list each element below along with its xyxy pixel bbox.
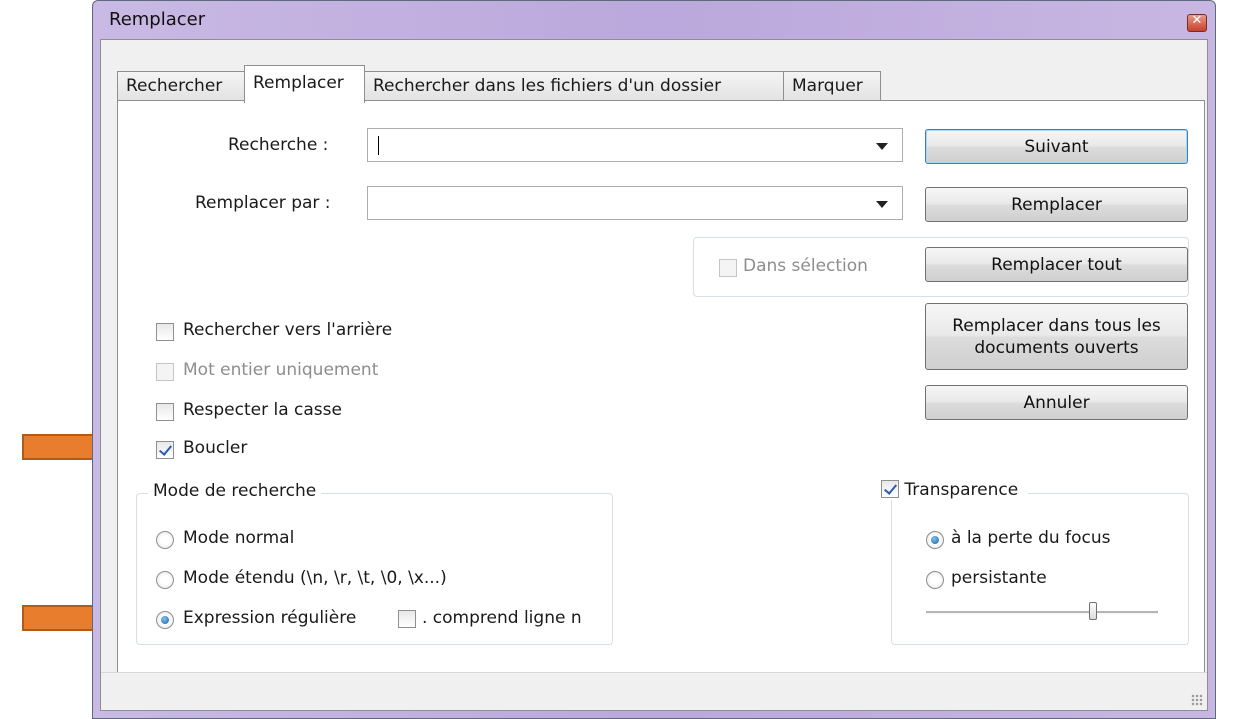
- extended-mode-label: Mode étendu (\n, \r, \t, \0, \x...): [183, 568, 447, 588]
- tab-marquer[interactable]: Marquer: [783, 71, 881, 101]
- focus-loss-label: à la perte du focus: [951, 528, 1111, 548]
- in-selection-checkbox[interactable]: [719, 259, 737, 277]
- replace-all-documents-line2: documents ouverts: [974, 337, 1139, 358]
- in-selection-label: Dans sélection: [743, 256, 868, 276]
- transparency-header: Transparence: [875, 480, 1029, 500]
- chevron-down-icon[interactable]: [876, 201, 888, 208]
- replace-dialog: Remplacer ✕ Rechercher Remplacer Recherc…: [92, 0, 1216, 719]
- regex-mode-label: Expression régulière: [183, 608, 357, 628]
- backward-checkbox[interactable]: [156, 323, 174, 341]
- normal-mode-label: Mode normal: [183, 528, 295, 548]
- close-icon: ✕: [1191, 13, 1203, 28]
- transparency-checkbox[interactable]: [881, 480, 899, 498]
- replace-button[interactable]: Remplacer: [925, 187, 1188, 222]
- replace-all-documents-line1: Remplacer dans tous les: [952, 315, 1161, 336]
- chevron-down-icon[interactable]: [876, 143, 888, 150]
- transparency-slider-track[interactable]: [926, 611, 1158, 614]
- next-button[interactable]: Suivant: [925, 129, 1188, 164]
- persistent-label: persistante: [951, 568, 1047, 588]
- transparency-slider-thumb[interactable]: [1089, 602, 1098, 620]
- tab-rechercher-dossier[interactable]: Rechercher dans les fichiers d'un dossie…: [364, 71, 784, 101]
- close-button[interactable]: ✕: [1187, 13, 1207, 32]
- status-bar: [101, 672, 1207, 710]
- dot-newline-label: . comprend ligne n: [422, 608, 582, 628]
- replace-combobox[interactable]: [367, 186, 903, 220]
- transparency-label: Transparence: [904, 480, 1019, 500]
- search-label: Recherche :: [228, 135, 329, 155]
- wrap-checkbox[interactable]: [156, 441, 174, 459]
- extended-mode-radio[interactable]: [156, 571, 174, 589]
- dialog-client-area: Rechercher Remplacer Rechercher dans les…: [100, 39, 1208, 711]
- tab-rechercher[interactable]: Rechercher: [117, 71, 245, 101]
- match-case-label: Respecter la casse: [183, 400, 342, 420]
- whole-word-label: Mot entier uniquement: [183, 360, 379, 380]
- replace-all-button[interactable]: Remplacer tout: [925, 247, 1188, 282]
- tab-remplacer[interactable]: Remplacer: [244, 65, 365, 103]
- replace-all-documents-button[interactable]: Remplacer dans tous les documents ouvert…: [925, 303, 1188, 370]
- text-caret: [378, 136, 379, 155]
- search-mode-title: Mode de recherche: [148, 481, 322, 501]
- title-bar[interactable]: Remplacer ✕: [93, 1, 1215, 39]
- search-combobox[interactable]: [367, 128, 903, 162]
- normal-mode-radio[interactable]: [156, 531, 174, 549]
- window-title: Remplacer: [109, 9, 206, 30]
- replace-label: Remplacer par :: [195, 193, 331, 213]
- whole-word-checkbox[interactable]: [156, 363, 174, 381]
- focus-loss-radio[interactable]: [926, 531, 944, 549]
- persistent-radio[interactable]: [926, 571, 944, 589]
- resize-grip-icon[interactable]: [1191, 694, 1203, 706]
- dot-newline-checkbox[interactable]: [398, 610, 416, 628]
- backward-label: Rechercher vers l'arrière: [183, 320, 393, 340]
- replace-tab-panel: Recherche : Remplacer par : Dans sélecti…: [117, 100, 1205, 675]
- cancel-button[interactable]: Annuler: [925, 385, 1188, 420]
- match-case-checkbox[interactable]: [156, 403, 174, 421]
- wrap-label: Boucler: [183, 438, 248, 458]
- regex-mode-radio[interactable]: [156, 611, 174, 629]
